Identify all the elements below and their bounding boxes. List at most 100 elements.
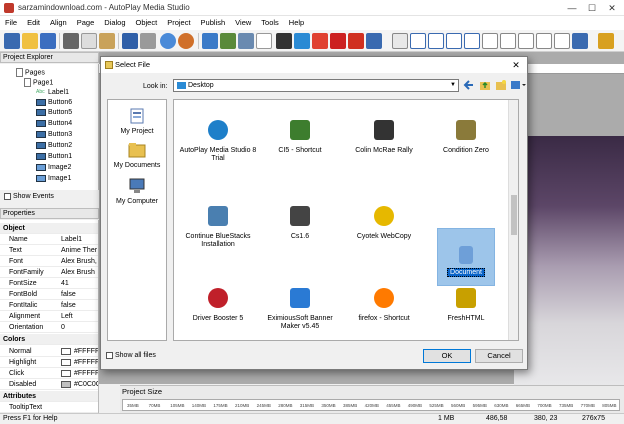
up-folder-icon[interactable] [479,79,491,91]
tree-item-button1[interactable]: Button1 [36,152,72,162]
look-in-dropdown[interactable]: Desktop ▼ [173,79,459,92]
paste-icon[interactable] [99,33,115,49]
property-value[interactable]: #C0C0C0 [61,379,98,390]
property-value[interactable]: Left [61,311,98,322]
menu-align[interactable]: Align [45,16,72,30]
property-value[interactable]: 41 [61,278,98,289]
menu-file[interactable]: File [0,16,22,30]
file-item[interactable]: FreshHTML [424,288,508,323]
close-button[interactable]: ✕ [602,0,622,16]
file-item[interactable]: firefox - Shortcut [342,288,426,323]
slideshow-object-icon[interactable] [348,33,364,49]
property-row-fontsize[interactable]: FontSize 41 [0,278,98,289]
minimize-button[interactable]: — [562,0,582,16]
tree-object-icon[interactable] [500,33,516,49]
file-item[interactable]: Continue BlueStacks Installation [176,206,260,249]
property-row-text[interactable]: Text Anime Ther [0,245,98,256]
property-row-orientation[interactable]: Orientation 0 [0,322,98,333]
flash-object-icon[interactable] [312,33,328,49]
tree-item-image2[interactable]: Image2 [36,163,71,173]
file-item[interactable]: Cyotek WebCopy [342,206,426,241]
progress-object-icon[interactable] [482,33,498,49]
file-item-selected[interactable]: Document [424,246,508,277]
property-row-name[interactable]: Name Label1 [0,234,98,245]
pencil-icon[interactable] [598,33,614,49]
file-item[interactable]: Colin McRae Rally [342,120,426,155]
cut-icon[interactable] [63,33,79,49]
new-folder-icon[interactable] [495,79,507,91]
tree-item-button6[interactable]: Button6 [36,98,72,108]
vertical-scrollbar[interactable] [508,100,518,340]
file-item[interactable]: Condition Zero [424,120,508,155]
show-all-files-checkbox[interactable]: Show all files [106,351,156,360]
property-category[interactable]: Object [0,223,98,234]
page-preview[interactable] [514,136,624,386]
button-object-icon[interactable] [202,33,218,49]
chevron-down-icon[interactable]: ▼ [450,80,456,91]
menu-object[interactable]: Object [131,16,163,30]
checkbox-icon[interactable] [106,351,113,359]
copy-icon[interactable] [81,33,97,49]
cancel-button[interactable]: Cancel [475,349,523,363]
plugin-object-icon[interactable] [572,33,588,49]
input-object-icon[interactable] [392,33,408,49]
tree-item-button3[interactable]: Button3 [36,130,72,140]
xml-object-icon[interactable] [366,33,382,49]
property-row-normal[interactable]: Normal #FFFFF [0,346,98,357]
file-item[interactable]: Driver Booster 5 [176,288,260,323]
paragraph-object-icon[interactable] [256,33,272,49]
view-menu-icon[interactable] [510,79,526,91]
tree-item-label1[interactable]: Abc Label1 [36,88,69,98]
scrollbar-thumb[interactable] [511,195,517,235]
grid-object-icon[interactable] [518,33,534,49]
tree-item-button2[interactable]: Button2 [36,141,72,151]
image-object-icon[interactable] [220,33,236,49]
menu-page[interactable]: Page [72,16,100,30]
property-row-font[interactable]: Font Alex Brush, [0,256,98,267]
wizard-icon[interactable] [4,33,20,49]
property-row-alignment[interactable]: Alignment Left [0,311,98,322]
property-row-fontitalic[interactable]: FontItalic false [0,300,98,311]
preview-icon[interactable] [160,33,176,49]
tree-item-button4[interactable]: Button4 [36,119,72,129]
menu-help[interactable]: Help [284,16,309,30]
combobox-object-icon[interactable] [446,33,462,49]
menu-dialog[interactable]: Dialog [99,16,130,30]
slider-object-icon[interactable] [536,33,552,49]
property-value[interactable]: false [61,289,98,300]
place-my-project[interactable]: My Project [108,108,166,135]
property-row-fontbold[interactable]: FontBold false [0,289,98,300]
file-item[interactable]: CI5 - Shortcut [258,120,342,155]
tree-item-button5[interactable]: Button5 [36,108,72,118]
web-object-icon[interactable] [294,33,310,49]
label-object-icon[interactable] [238,33,254,49]
menu-publish[interactable]: Publish [196,16,231,30]
open-icon[interactable] [22,33,38,49]
undo-icon[interactable] [122,33,138,49]
tree-item-image1[interactable]: Image1 [36,174,71,184]
property-row-tooltiptext[interactable]: TooltipText [0,402,98,413]
property-value[interactable]: #FFFFF [61,346,98,357]
back-icon[interactable] [463,79,475,91]
save-icon[interactable] [40,33,56,49]
menu-tools[interactable]: Tools [256,16,284,30]
property-row-disabled[interactable]: Disabled #C0C0C0 [0,379,98,390]
publish-icon[interactable] [178,33,194,49]
radio-object-icon[interactable] [464,33,480,49]
checkbox-object-icon[interactable] [410,33,426,49]
menu-edit[interactable]: Edit [22,16,45,30]
video-object-icon[interactable] [276,33,292,49]
place-my-documents[interactable]: My Documents [108,142,166,169]
pdf-object-icon[interactable] [330,33,346,49]
property-row-click[interactable]: Click #FFFFFF [0,368,98,379]
file-item[interactable]: EximiousSoft Banner Maker v5.45 [258,288,342,331]
menu-view[interactable]: View [230,16,256,30]
file-item[interactable]: Cs1.6 [258,206,342,241]
show-events-checkbox[interactable]: Show Events [0,191,99,203]
property-value[interactable]: Label1 [61,234,98,245]
rich-text-object-icon[interactable] [554,33,570,49]
property-row-highlight[interactable]: Highlight #FFFFF [0,357,98,368]
checkbox-icon[interactable] [4,192,11,200]
file-item[interactable]: AutoPlay Media Studio 8 Trial [176,120,260,163]
property-value[interactable]: #FFFFF [61,357,98,368]
